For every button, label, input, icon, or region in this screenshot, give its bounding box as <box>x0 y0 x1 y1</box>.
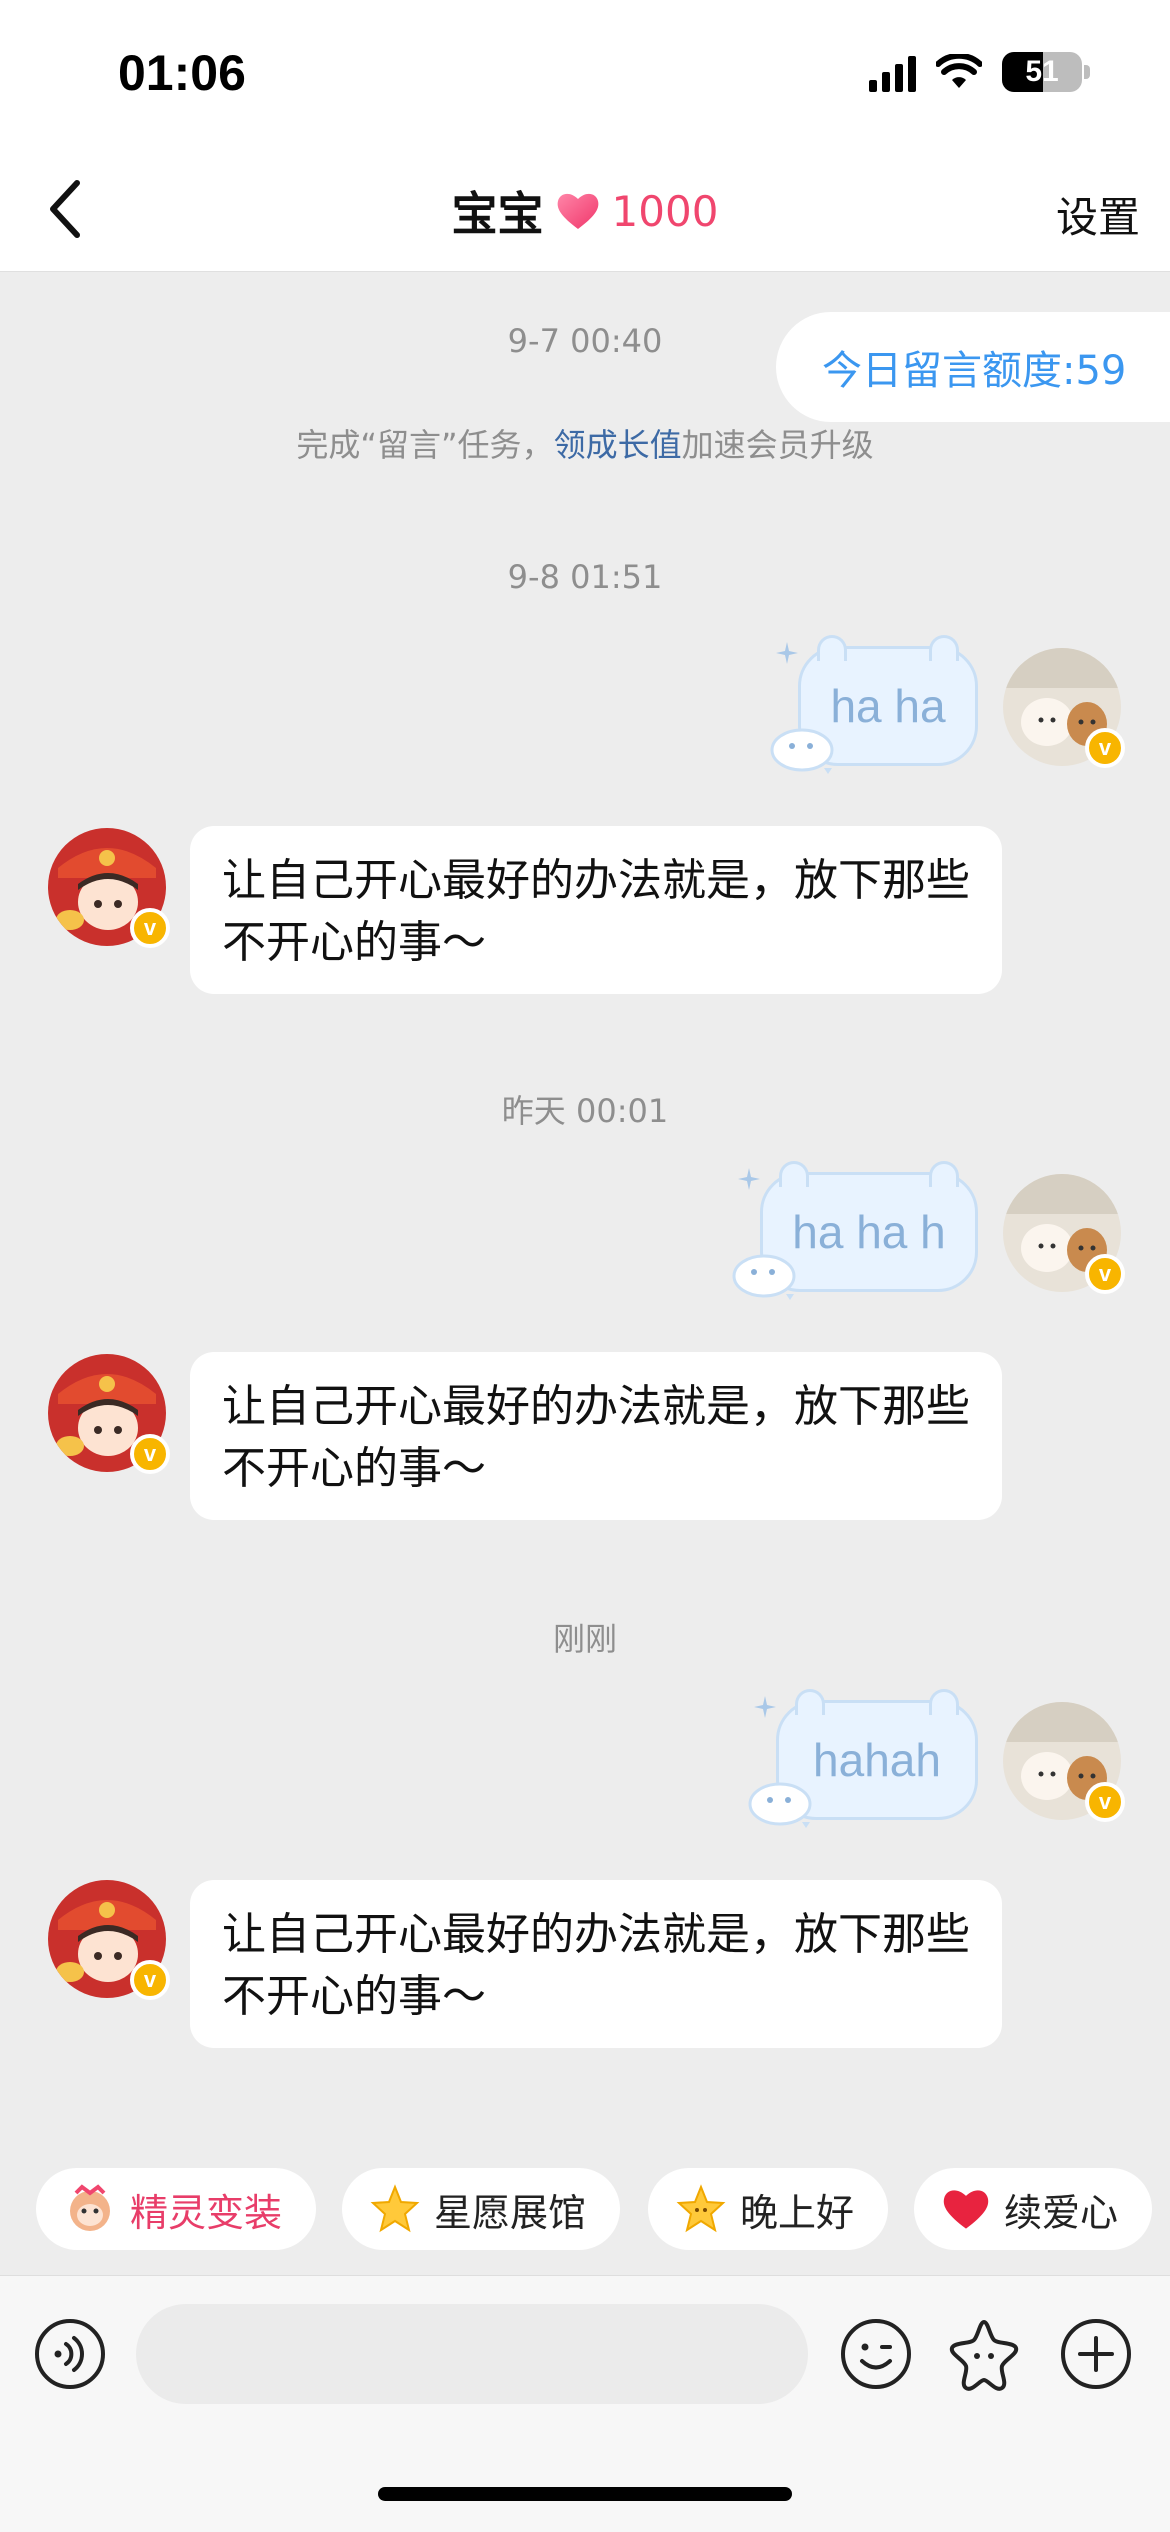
chip-label: 续爱心 <box>1004 2190 1119 2235</box>
home-indicator[interactable] <box>378 2487 792 2501</box>
emoji-icon[interactable] <box>838 2316 914 2392</box>
status-time: 01:06 <box>118 45 246 101</box>
verified-badge-icon: v <box>130 1960 170 2000</box>
star-icon <box>370 2184 420 2233</box>
battery-level: 51 <box>1025 55 1059 88</box>
sparkle-icon <box>776 642 798 664</box>
my-avatar[interactable]: v <box>1003 648 1125 768</box>
verified-badge-icon: v <box>130 908 170 948</box>
received-message-bubble[interactable]: 让自己开心最好的办法就是，放下那些不开心的事～ <box>190 1352 1002 1520</box>
wifi-icon <box>936 54 982 88</box>
timestamp: 昨天 00:01 <box>501 1092 669 1130</box>
received-message-bubble[interactable]: 让自己开心最好的办法就是，放下那些不开心的事～ <box>190 826 1002 994</box>
chat-header: 宝宝 1000 设置 <box>0 150 1170 272</box>
monkey-icon <box>70 2184 110 2231</box>
voice-input-icon[interactable] <box>32 2316 108 2392</box>
sent-message-text: ha ha <box>830 680 946 732</box>
chip-label: 精灵变装 <box>130 2190 283 2235</box>
timestamp: 9-7 00:40 <box>507 322 663 360</box>
contact-name: 宝宝 <box>451 187 544 241</box>
received-message-bubble[interactable]: 让自己开心最好的办法就是，放下那些不开心的事～ <box>190 1880 1002 2048</box>
cloud-sticker-icon <box>770 728 834 774</box>
settings-button[interactable]: 设置 <box>1056 184 1140 245</box>
cellular-signal-icon <box>869 52 916 92</box>
heart-count: 1000 <box>611 186 719 236</box>
battery-icon: 51 <box>1002 52 1082 92</box>
sticker-star-icon[interactable] <box>946 2316 1022 2392</box>
sent-message-text: hahah <box>813 1734 941 1786</box>
timestamp: 9-8 01:51 <box>507 558 663 596</box>
chip-label: 晚上好 <box>740 2190 855 2235</box>
growth-points-link[interactable]: 领成长值 <box>554 426 682 464</box>
contact-avatar[interactable]: v <box>48 828 170 948</box>
received-message-text: 让自己开心最好的办法就是，放下那些不开心的事～ <box>222 1909 970 2022</box>
verified-badge-icon: v <box>1085 728 1125 768</box>
quick-action-sprite-costume[interactable]: 精灵变装 <box>36 2168 317 2250</box>
quick-action-renew-heart[interactable]: 续爱心 <box>914 2168 1153 2250</box>
chat-title: 宝宝 1000 <box>0 178 1170 244</box>
quick-action-star-wish-gallery[interactable]: 星愿展馆 <box>342 2168 621 2250</box>
chip-label: 星愿展馆 <box>434 2190 587 2235</box>
timestamp: 刚刚 <box>552 1620 617 1658</box>
star-face-icon <box>676 2184 726 2233</box>
my-avatar[interactable]: v <box>1003 1702 1125 1822</box>
sparkle-icon <box>754 1696 776 1718</box>
message-input[interactable] <box>136 2304 808 2404</box>
status-icons: 51 <box>869 52 1090 92</box>
quick-action-good-evening[interactable]: 晚上好 <box>648 2168 889 2250</box>
verified-badge-icon: v <box>1085 1782 1125 1822</box>
status-bar: 01:06 51 <box>0 0 1170 150</box>
system-tip: 完成“留言”任务，领成长值加速会员升级 <box>0 420 1170 466</box>
contact-avatar[interactable]: v <box>48 1880 170 2000</box>
received-message-text: 让自己开心最好的办法就是，放下那些不开心的事～ <box>222 855 970 968</box>
received-message-text: 让自己开心最好的办法就是，放下那些不开心的事～ <box>222 1381 970 1494</box>
plus-icon[interactable] <box>1058 2316 1134 2392</box>
cloud-sticker-icon <box>732 1254 796 1300</box>
heart-icon <box>557 193 598 229</box>
contact-avatar[interactable]: v <box>48 1354 170 1474</box>
my-avatar[interactable]: v <box>1003 1174 1125 1294</box>
system-tip-text: 完成“留言”任务， <box>296 426 554 464</box>
system-tip-text: 加速会员升级 <box>681 426 874 464</box>
verified-badge-icon: v <box>130 1434 170 1474</box>
sent-message-text: ha ha h <box>792 1206 946 1258</box>
heart-icon <box>943 2190 989 2229</box>
sparkle-icon <box>738 1168 760 1190</box>
cloud-sticker-icon <box>748 1782 812 1828</box>
verified-badge-icon: v <box>1085 1254 1125 1294</box>
